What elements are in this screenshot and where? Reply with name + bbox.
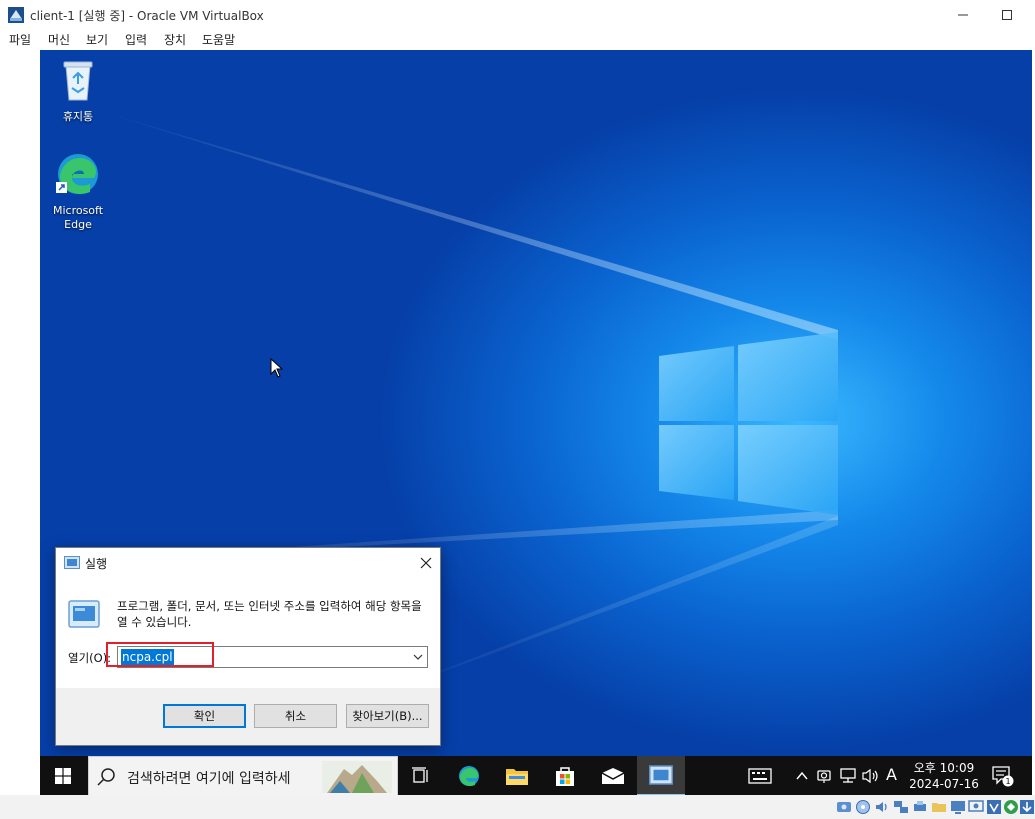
edge-icon [459, 766, 479, 787]
run-icon [649, 765, 673, 785]
maximize-button[interactable] [984, 0, 1030, 29]
search-placeholder: 검색하려면 여기에 입력하세 [127, 771, 291, 787]
display-icon[interactable] [950, 799, 966, 815]
menu-devices[interactable]: 장치 [164, 31, 186, 48]
edge-icon [56, 154, 98, 195]
menu-machine[interactable]: 머신 [48, 31, 70, 48]
audio-icon[interactable] [874, 799, 890, 815]
window-left-margin [0, 50, 40, 795]
mail-icon [601, 768, 625, 784]
tray-time: 오후 10:09 [913, 761, 975, 775]
menu-file[interactable]: 파일 [9, 31, 31, 48]
taskbar: 검색하려면 여기에 입력하세 A 오후 10:09 2024-07-16 1 [40, 756, 1032, 795]
window-title: client-1 [실행 중] - Oracle VM VirtualBox [30, 9, 264, 23]
guest-desktop[interactable]: 휴지통 Microsoft Edge 실행 프로그램, 폴더, 문서, 또는 인… [40, 50, 1032, 795]
label-line: Edge [64, 218, 92, 231]
run-dialog-body: 프로그램, 폴더, 문서, 또는 인터넷 주소를 입력하여 해당 항목을 열 수… [56, 578, 440, 688]
desktop-icon-label: 휴지통 [62, 110, 94, 123]
host-key-icon[interactable] [1019, 799, 1035, 815]
menu-input[interactable]: 입력 [125, 31, 147, 48]
desktop-icon-recycle-bin[interactable]: 휴지통 [40, 56, 116, 124]
search-highlight-illustration-icon [322, 761, 392, 793]
usb-icon[interactable] [912, 799, 928, 815]
run-dialog: 실행 프로그램, 폴더, 문서, 또는 인터넷 주소를 입력하여 해당 항목을 … [55, 547, 441, 746]
network-adapter-icon[interactable] [893, 799, 909, 815]
mouse-integration-icon[interactable] [1003, 799, 1019, 815]
run-dialog-titlebar[interactable]: 실행 [56, 548, 440, 578]
cancel-button[interactable]: 취소 [254, 704, 337, 728]
notification-count: 1 [1005, 777, 1010, 786]
chevron-down-icon[interactable] [412, 651, 424, 663]
start-button[interactable] [40, 756, 86, 795]
vbox-titlebar: client-1 [실행 중] - Oracle VM VirtualBox [0, 0, 1035, 29]
taskbar-file-explorer-button[interactable] [493, 756, 541, 795]
optical-drive-icon[interactable] [855, 799, 871, 815]
run-program-icon [68, 600, 100, 628]
recording-icon[interactable] [968, 799, 984, 815]
taskbar-store-button[interactable] [541, 756, 589, 795]
run-icon [64, 556, 80, 569]
close-icon [420, 557, 432, 569]
virtualization-icon[interactable] [986, 799, 1002, 815]
annotation-highlight-box [106, 642, 214, 667]
camera-icon[interactable] [817, 768, 831, 784]
hard-disk-icon[interactable] [836, 799, 852, 815]
run-description: 프로그램, 폴더, 문서, 또는 인터넷 주소를 입력하여 해당 항목을 열 수… [117, 599, 422, 629]
ime-indicator[interactable]: A [886, 765, 897, 784]
store-icon [556, 767, 574, 786]
menu-view[interactable]: 보기 [86, 31, 108, 48]
label-line: Microsoft [52, 204, 104, 217]
shared-folders-icon[interactable] [931, 799, 947, 815]
tray-date: 2024-07-16 [909, 777, 979, 791]
taskbar-edge-button[interactable] [445, 756, 493, 795]
task-view-icon [412, 767, 428, 783]
open-label: 열기(O): [68, 651, 112, 665]
browse-button[interactable]: 찾아보기(B)... [346, 704, 429, 728]
virtualbox-app-icon [8, 7, 24, 23]
tray-input-indicator-button[interactable] [736, 756, 784, 795]
windows-start-icon [55, 768, 71, 784]
menu-help[interactable]: 도움말 [202, 31, 235, 48]
tray-clock[interactable]: 오후 10:09 2024-07-16 [908, 760, 980, 792]
ok-button[interactable]: 확인 [163, 704, 246, 728]
run-close-button[interactable] [414, 551, 438, 575]
vbox-menubar: 파일 머신 보기 입력 장치 도움말 [0, 29, 1035, 50]
minimize-icon [958, 14, 968, 15]
volume-icon[interactable] [862, 768, 880, 784]
desktop-icon-label: Microsoft Edge [40, 204, 116, 232]
keyboard-icon [748, 768, 772, 784]
minimize-button[interactable] [940, 0, 986, 29]
search-icon [97, 768, 115, 786]
taskbar-run-button[interactable] [637, 756, 685, 795]
vbox-statusbar [0, 795, 1035, 819]
mouse-cursor-icon [270, 358, 284, 378]
desktop-icon-microsoft-edge[interactable]: Microsoft Edge [40, 150, 116, 232]
run-dialog-title: 실행 [85, 557, 108, 571]
folder-icon [506, 769, 528, 785]
recycle-bin-icon [63, 61, 93, 101]
notification-icon[interactable]: 1 [990, 764, 1014, 788]
maximize-icon [1002, 9, 1012, 20]
task-view-button[interactable] [397, 756, 445, 795]
taskbar-search-box[interactable]: 검색하려면 여기에 입력하세 [88, 756, 398, 795]
taskbar-mail-button[interactable] [589, 756, 637, 795]
network-icon[interactable] [839, 768, 857, 784]
chevron-up-icon[interactable] [796, 770, 808, 782]
